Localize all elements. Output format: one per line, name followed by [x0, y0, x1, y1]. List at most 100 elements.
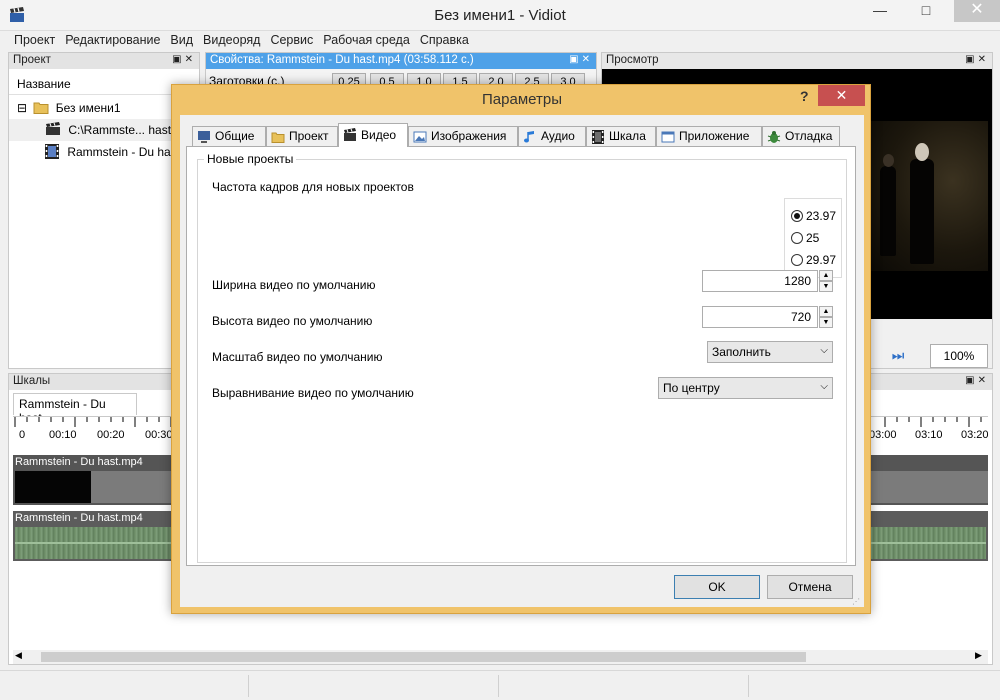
- window-title: Без имени1 - Vidiot: [434, 7, 566, 24]
- image-icon: [413, 131, 427, 143]
- project-panel-header: Проект ▣✕: [9, 53, 199, 69]
- status-separator: [498, 675, 499, 697]
- scale-label: Масштаб видео по умолчанию: [212, 350, 383, 364]
- ruler-label: 03:00: [869, 429, 897, 441]
- clapperboard-icon: [46, 122, 60, 135]
- tab-general[interactable]: Общие: [192, 126, 266, 146]
- tab-label: Проект: [289, 129, 329, 143]
- video-frame: [870, 121, 988, 271]
- ruler-label: 00:10: [49, 429, 77, 441]
- preview-panel-title: Просмотр: [606, 54, 659, 66]
- dialog-body: Общие Проект Видео Изображения Аудио Шка…: [180, 115, 864, 607]
- film-icon: [45, 144, 59, 159]
- tab-debug[interactable]: Отладка: [762, 126, 840, 146]
- fps-option-25[interactable]: 25: [791, 231, 819, 245]
- settings-tabs: Общие Проект Видео Изображения Аудио Шка…: [186, 123, 866, 147]
- fps-option-23-97[interactable]: 23.97: [791, 209, 836, 223]
- scrollbar-thumb[interactable]: [41, 652, 806, 662]
- folder-icon: [33, 102, 49, 114]
- radio-label: 25: [806, 231, 820, 245]
- status-separator: [748, 675, 749, 697]
- scroll-left-icon[interactable]: ◀: [15, 650, 22, 661]
- clip-title: Rammstein - Du hast.mp4: [15, 512, 143, 524]
- menu-sequence[interactable]: Видеоряд: [198, 31, 265, 47]
- tab-label: Отладка: [785, 129, 833, 143]
- width-label: Ширина видео по умолчанию: [212, 278, 376, 292]
- close-button[interactable]: ✕: [954, 0, 1000, 22]
- dialog-help-button[interactable]: ?: [800, 88, 809, 104]
- status-separator: [248, 675, 249, 697]
- radio-label: 23.97: [806, 209, 837, 223]
- radio-label: 29.97: [806, 253, 837, 267]
- menu-workspace[interactable]: Рабочая среда: [318, 31, 415, 47]
- width-input[interactable]: 1280: [702, 270, 818, 292]
- menu-project[interactable]: Проект: [9, 31, 60, 47]
- video-settings-page: Новые проекты Частота кадров для новых п…: [186, 146, 856, 566]
- select-value: По центру: [663, 381, 720, 395]
- radio-icon[interactable]: [791, 232, 803, 244]
- fps-radio-group: 23.97 25 29.97: [784, 198, 842, 278]
- chevron-down-icon[interactable]: ⌵: [820, 381, 828, 392]
- chevron-down-icon[interactable]: ⌵: [820, 345, 828, 356]
- tab-project[interactable]: Проект: [266, 126, 338, 146]
- ruler-label: 0: [19, 429, 26, 441]
- panel-maximize-close-icons[interactable]: ▣✕: [965, 54, 989, 65]
- increment-icon[interactable]: ▲: [819, 306, 833, 317]
- menu-help[interactable]: Справка: [415, 31, 474, 47]
- skip-forward-icon[interactable]: ⏭: [878, 343, 918, 367]
- alignment-select[interactable]: По центру ⌵: [658, 377, 833, 399]
- height-label: Высота видео по умолчанию: [212, 314, 373, 328]
- width-stepper[interactable]: ▲ ▼: [819, 270, 833, 292]
- radio-icon[interactable]: [791, 254, 803, 266]
- resize-grip-icon[interactable]: ⋰: [852, 597, 860, 606]
- menu-tools[interactable]: Сервис: [265, 31, 318, 47]
- minimize-button[interactable]: —: [864, 0, 896, 22]
- height-stepper[interactable]: ▲ ▼: [819, 306, 833, 328]
- timeline-tab[interactable]: Rammstein - Du hast: [13, 393, 137, 425]
- menu-view[interactable]: Вид: [165, 31, 198, 47]
- scale-select[interactable]: Заполнить ⌵: [707, 341, 833, 363]
- dialog-close-button[interactable]: ✕: [818, 85, 865, 106]
- ok-button[interactable]: OK: [674, 575, 760, 599]
- maximize-button[interactable]: □: [910, 0, 942, 22]
- tree-item-label: Без имени1: [55, 101, 121, 115]
- timeline-horizontal-scrollbar[interactable]: ◀ ▶: [13, 650, 988, 664]
- fps-label: Частота кадров для новых проектов: [212, 180, 414, 194]
- tab-label: Изображения: [431, 129, 507, 143]
- decrement-icon[interactable]: ▼: [819, 317, 833, 328]
- menu-bar: Проект Редактирование Вид Видеоряд Сервис Раб…: [0, 31, 1000, 51]
- timelines-panel-title: Шкалы: [13, 375, 51, 387]
- music-note-icon: [524, 131, 534, 143]
- decrement-icon[interactable]: ▼: [819, 281, 833, 292]
- radio-selected-icon[interactable]: [791, 210, 803, 222]
- tab-label: Аудио: [541, 129, 575, 143]
- bug-icon: [767, 131, 781, 143]
- increment-icon[interactable]: ▲: [819, 270, 833, 281]
- tree-collapse-icon[interactable]: ⊟: [17, 101, 27, 115]
- panel-maximize-close-icons[interactable]: ▣✕: [172, 54, 196, 65]
- clip-title: Rammstein - Du hast.mp4: [15, 456, 143, 468]
- tab-audio[interactable]: Аудио: [518, 126, 586, 146]
- tab-label: Приложение: [679, 129, 750, 143]
- height-input[interactable]: 720: [702, 306, 818, 328]
- menu-edit[interactable]: Редактирование: [60, 31, 165, 47]
- panel-maximize-close-icons[interactable]: ▣✕: [569, 54, 593, 65]
- ruler-label: 03:10: [915, 429, 943, 441]
- preview-panel-header: Просмотр ▣✕: [602, 53, 992, 69]
- tab-application[interactable]: Приложение: [656, 126, 762, 146]
- parameters-dialog: Параметры ? ✕ Общие Проект Видео Изображ…: [171, 84, 871, 614]
- clapperboard-icon: [344, 128, 356, 141]
- panel-maximize-close-icons[interactable]: ▣✕: [965, 375, 989, 386]
- tab-timeline[interactable]: Шкала: [586, 126, 656, 146]
- zoom-level-button[interactable]: 100%: [930, 344, 988, 368]
- tab-images[interactable]: Изображения: [408, 126, 518, 146]
- tab-label: Видео: [361, 128, 397, 142]
- ruler-label: 03:20: [961, 429, 989, 441]
- group-title: Новые проекты: [204, 152, 297, 166]
- status-bar: [0, 670, 1000, 700]
- tab-video[interactable]: Видео: [338, 123, 408, 147]
- cancel-button[interactable]: Отмена: [767, 575, 853, 599]
- properties-panel-title: Свойства: Rammstein - Du hast.mp4 (03:58…: [210, 54, 474, 66]
- scroll-right-icon[interactable]: ▶: [975, 650, 982, 661]
- fps-option-29-97[interactable]: 29.97: [791, 253, 836, 267]
